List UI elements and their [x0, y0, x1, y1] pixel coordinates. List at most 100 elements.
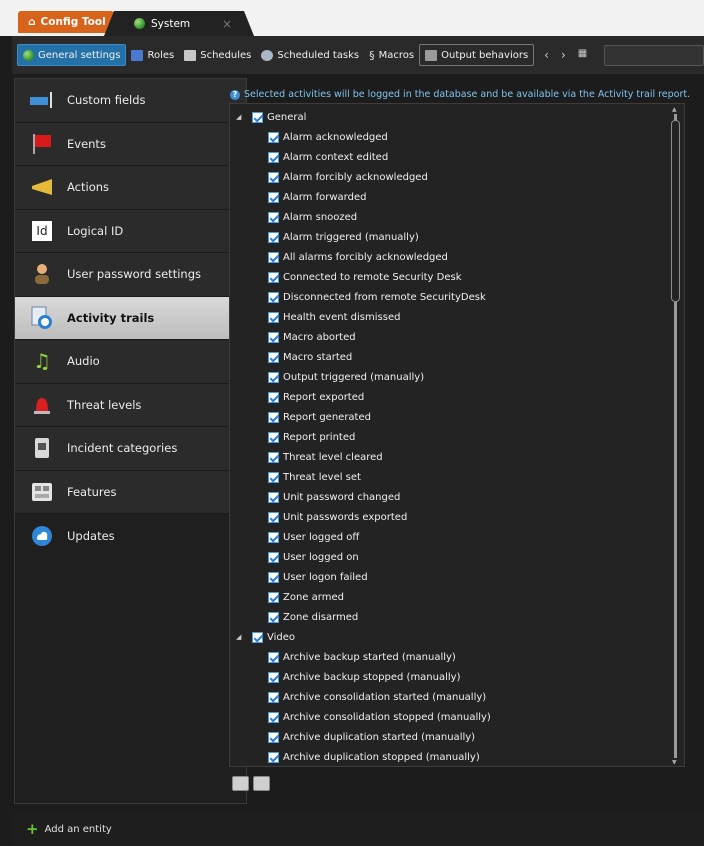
tree-item[interactable]: User logged on: [230, 547, 684, 567]
tree-item[interactable]: Archive backup stopped (manually): [230, 667, 684, 687]
tree-item[interactable]: All alarms forcibly acknowledged: [230, 247, 684, 267]
tree-item[interactable]: Archive consolidation started (manually): [230, 687, 684, 707]
checkbox[interactable]: [268, 131, 279, 143]
tree-item[interactable]: Archive consolidation stopped (manually): [230, 707, 684, 727]
tree-item[interactable]: Report printed: [230, 427, 684, 447]
checkbox[interactable]: [268, 311, 279, 323]
checkbox[interactable]: [252, 631, 263, 643]
checkbox[interactable]: [268, 691, 279, 703]
tree-item[interactable]: Unit password changed: [230, 487, 684, 507]
checkbox[interactable]: [268, 551, 279, 563]
tree-item[interactable]: Threat level set: [230, 467, 684, 487]
tab-general-settings[interactable]: General settings: [17, 44, 127, 66]
tree-item[interactable]: User logon failed: [230, 567, 684, 587]
checkbox[interactable]: [268, 411, 279, 423]
checkbox[interactable]: [268, 651, 279, 663]
tab-macros[interactable]: § Macros: [364, 44, 419, 66]
pin-icon[interactable]: ▦: [578, 48, 587, 62]
tree-item[interactable]: Alarm forcibly acknowledged: [230, 167, 684, 187]
tab-scheduled-tasks[interactable]: Scheduled tasks: [256, 44, 364, 66]
checkbox[interactable]: [268, 531, 279, 543]
tree-item[interactable]: Unit passwords exported: [230, 507, 684, 527]
scroll-down-icon[interactable]: ▼: [672, 759, 677, 766]
checkbox[interactable]: [268, 191, 279, 203]
sidebar-item-label: Threat levels: [67, 397, 142, 412]
tree-item[interactable]: Archive duplication started (manually): [230, 727, 684, 747]
sidebar-item-audio[interactable]: ♫ Audio: [15, 340, 246, 384]
sidebar-item-incident-categories[interactable]: Incident categories: [15, 427, 246, 471]
sidebar-item-user-password-settings[interactable]: User password settings: [15, 253, 246, 297]
tree-item[interactable]: Health event dismissed: [230, 307, 684, 327]
tab-roles[interactable]: Roles: [126, 44, 179, 66]
scroll-up-icon[interactable]: ▲: [672, 106, 677, 113]
checkbox[interactable]: [268, 171, 279, 183]
checkbox[interactable]: [268, 331, 279, 343]
checkbox[interactable]: [268, 271, 279, 283]
sidebar-item-custom-fields[interactable]: Custom fields: [15, 79, 246, 123]
scrollbar-thumb[interactable]: [671, 120, 680, 302]
tree-item[interactable]: Threat level cleared: [230, 447, 684, 467]
checkbox[interactable]: [268, 211, 279, 223]
close-icon[interactable]: ×: [222, 17, 232, 31]
tree-item[interactable]: Alarm snoozed: [230, 207, 684, 227]
tree-group-video[interactable]: ◢ Video: [230, 627, 684, 647]
vertical-scrollbar[interactable]: ▲ ▼: [671, 106, 680, 766]
tree-item[interactable]: Archive backup started (manually): [230, 647, 684, 667]
checkbox[interactable]: [252, 111, 263, 123]
checkbox[interactable]: [268, 711, 279, 723]
checkbox[interactable]: [268, 431, 279, 443]
checkbox[interactable]: [268, 731, 279, 743]
add-entity-button[interactable]: Add an entity: [45, 824, 112, 835]
tree-item[interactable]: Report exported: [230, 387, 684, 407]
sidebar-item-updates[interactable]: Updates: [15, 514, 246, 558]
sidebar-item-features[interactable]: Features: [15, 470, 246, 514]
checkbox[interactable]: [268, 231, 279, 243]
checkbox[interactable]: [268, 291, 279, 303]
checkbox[interactable]: [268, 611, 279, 623]
checkbox[interactable]: [268, 451, 279, 463]
tree-item[interactable]: Zone armed: [230, 587, 684, 607]
tree-item[interactable]: Output triggered (manually): [230, 367, 684, 387]
checkbox[interactable]: [268, 671, 279, 683]
search-input[interactable]: [604, 45, 704, 66]
checkbox[interactable]: [268, 391, 279, 403]
tab-system[interactable]: System ×: [104, 11, 254, 36]
sidebar-item-events[interactable]: Events: [15, 122, 246, 166]
checkbox[interactable]: [268, 151, 279, 163]
checkbox[interactable]: [268, 511, 279, 523]
sidebar-item-actions[interactable]: Actions: [15, 166, 246, 210]
checkbox[interactable]: [268, 351, 279, 363]
checkbox[interactable]: [268, 471, 279, 483]
sidebar-item-activity-trails[interactable]: Activity trails: [15, 296, 246, 340]
checkbox[interactable]: [268, 751, 279, 763]
tree-item[interactable]: User logged off: [230, 527, 684, 547]
tree-item[interactable]: Macro started: [230, 347, 684, 367]
deselect-all-button[interactable]: [253, 776, 270, 791]
tab-config-tool[interactable]: ⌂ Config Tool: [18, 11, 114, 33]
tree-item[interactable]: Macro aborted: [230, 327, 684, 347]
checkbox[interactable]: [268, 591, 279, 603]
tab-output-behaviors[interactable]: Output behaviors: [419, 44, 535, 66]
tree-item[interactable]: Archive duplication stopped (manually): [230, 747, 684, 766]
expand-caret-icon[interactable]: ◢: [236, 113, 246, 121]
sidebar-item-logical-id[interactable]: Id Logical ID: [15, 209, 246, 253]
tree-group-general[interactable]: ◢ General: [230, 107, 684, 127]
tree-item[interactable]: Alarm forwarded: [230, 187, 684, 207]
checkbox[interactable]: [268, 371, 279, 383]
chevron-right-icon[interactable]: ›: [561, 48, 566, 62]
tree-item[interactable]: Zone disarmed: [230, 607, 684, 627]
checkbox[interactable]: [268, 251, 279, 263]
tree-item[interactable]: Connected to remote Security Desk: [230, 267, 684, 287]
expand-caret-icon[interactable]: ◢: [236, 633, 246, 641]
tree-item[interactable]: Disconnected from remote SecurityDesk: [230, 287, 684, 307]
checkbox[interactable]: [268, 491, 279, 503]
tree-item[interactable]: Alarm triggered (manually): [230, 227, 684, 247]
select-all-button[interactable]: [232, 776, 249, 791]
tree-item[interactable]: Alarm context edited: [230, 147, 684, 167]
sidebar-item-threat-levels[interactable]: Threat levels: [15, 383, 246, 427]
checkbox[interactable]: [268, 571, 279, 583]
chevron-left-icon[interactable]: ‹: [544, 48, 549, 62]
tab-schedules[interactable]: Schedules: [179, 44, 256, 66]
tree-item[interactable]: Report generated: [230, 407, 684, 427]
tree-item[interactable]: Alarm acknowledged: [230, 127, 684, 147]
